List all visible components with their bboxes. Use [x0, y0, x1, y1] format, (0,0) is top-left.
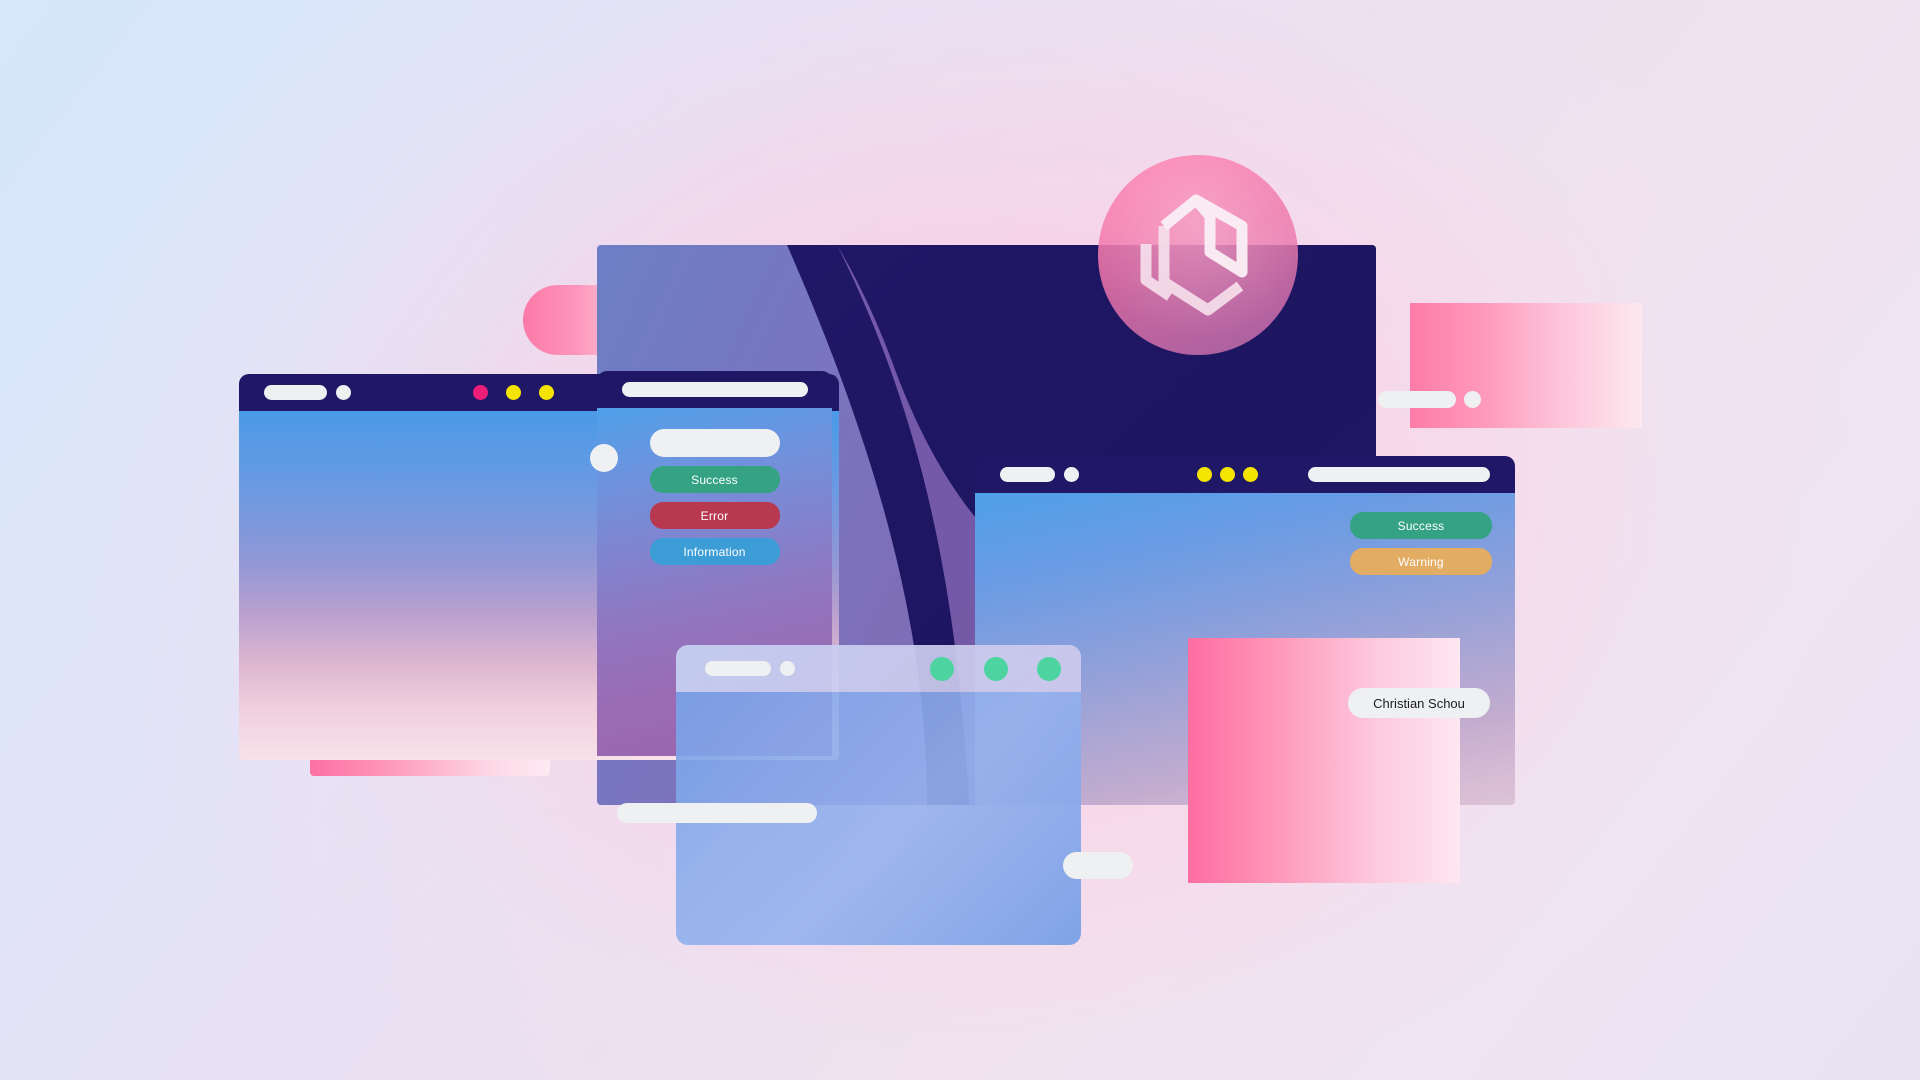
hexagon-monogram-logo	[1098, 155, 1298, 355]
pink-card-right-bottom	[1188, 638, 1460, 883]
address-pill[interactable]	[705, 661, 771, 676]
pink-card-right-top	[1410, 303, 1642, 428]
success-button[interactable]: Success	[649, 466, 780, 493]
illustration-stage: Success Error Information Success Warnin…	[0, 0, 1920, 1080]
logo-glyph-icon	[1140, 194, 1248, 316]
titlebar-middle	[597, 371, 832, 408]
warning-button[interactable]: Warning	[1350, 548, 1492, 575]
dot-yellow-1-icon[interactable]	[506, 385, 521, 400]
dot-pink-icon[interactable]	[473, 385, 488, 400]
titlebar-right	[975, 456, 1515, 493]
menu-dot-icon[interactable]	[780, 661, 795, 676]
dot-yellow-2-icon[interactable]	[1220, 467, 1235, 482]
dot-green-3-icon[interactable]	[1037, 657, 1061, 681]
menu-dot-icon[interactable]	[336, 385, 351, 400]
menu-dot-icon[interactable]	[1064, 467, 1079, 482]
search-pill[interactable]	[1308, 467, 1490, 482]
floating-bar-small	[1063, 852, 1133, 879]
information-button[interactable]: Information	[649, 538, 780, 565]
pink-card-dot-icon	[1464, 391, 1481, 408]
success-button[interactable]: Success	[1350, 512, 1492, 539]
titlebar-bottom	[676, 645, 1081, 692]
user-name-chip[interactable]: Christian Schou	[1348, 688, 1490, 718]
error-button[interactable]: Error	[649, 502, 780, 529]
address-pill[interactable]	[622, 382, 808, 397]
dot-green-2-icon[interactable]	[984, 657, 1008, 681]
dot-yellow-2-icon[interactable]	[539, 385, 554, 400]
floating-dot-icon	[590, 444, 618, 472]
pink-card-bar	[1378, 391, 1456, 408]
dot-yellow-3-icon[interactable]	[1243, 467, 1258, 482]
address-pill[interactable]	[264, 385, 327, 400]
search-input[interactable]	[649, 429, 780, 457]
browser-window-bottom	[676, 645, 1081, 945]
address-pill[interactable]	[1000, 467, 1055, 482]
dot-green-1-icon[interactable]	[930, 657, 954, 681]
dot-yellow-1-icon[interactable]	[1197, 467, 1212, 482]
floating-bar-wide	[617, 803, 817, 823]
